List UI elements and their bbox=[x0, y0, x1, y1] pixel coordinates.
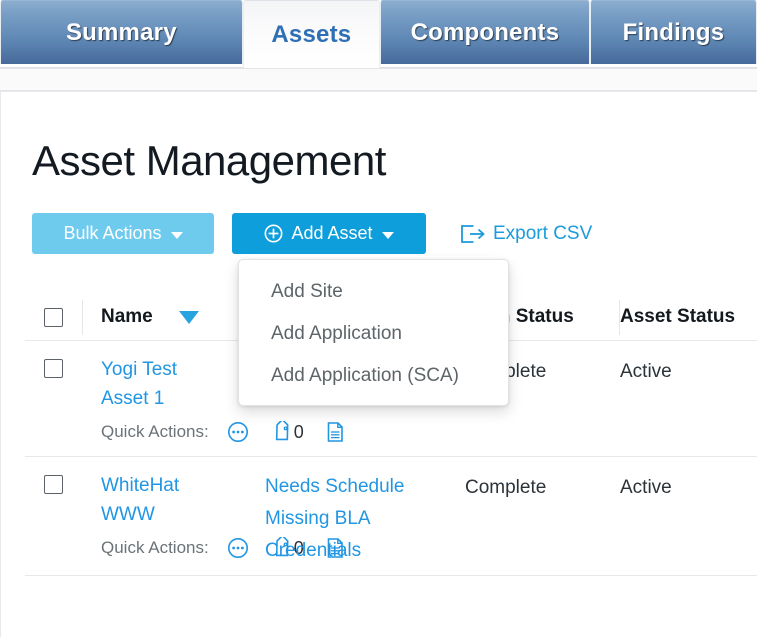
scan-status-cell: Complete bbox=[465, 471, 620, 567]
asset-name-cell: Yogi Test Asset 1 Quick Actions: 0 bbox=[83, 355, 343, 448]
row-checkbox[interactable] bbox=[44, 359, 63, 378]
row-select-cell bbox=[25, 355, 83, 448]
gap-top-border bbox=[0, 68, 757, 69]
asset-status-value: Active bbox=[620, 361, 672, 382]
name-column-header[interactable]: Name bbox=[83, 294, 243, 341]
asset-status-column-header[interactable]: Asset Status bbox=[620, 294, 757, 341]
row-select-cell bbox=[25, 471, 83, 567]
add-asset-button[interactable]: Add Asset bbox=[232, 213, 426, 254]
asset-alerts-cell: Needs Schedule Missing BLA Credentials bbox=[243, 471, 465, 567]
main-tab-bar: Summary Assets Components Findings bbox=[0, 0, 757, 68]
asset-status-value: Active bbox=[620, 477, 672, 498]
tab-findings[interactable]: Findings bbox=[589, 0, 757, 64]
asset-status-header-label: Asset Status bbox=[620, 306, 736, 327]
tab-assets[interactable]: Assets bbox=[242, 0, 380, 68]
chevron-down-icon bbox=[381, 232, 394, 239]
page-title: Asset Management bbox=[32, 137, 386, 184]
asset-name-link-continued[interactable]: WWW bbox=[101, 500, 155, 529]
tab-summary-label: Summary bbox=[65, 18, 177, 46]
menu-item-add-application-label: Add Application bbox=[271, 323, 402, 344]
asset-name-link-continued[interactable]: Asset 1 bbox=[101, 384, 164, 413]
tab-components-label: Components bbox=[410, 18, 560, 46]
add-asset-dropdown-menu: Add Site Add Application Add Application… bbox=[238, 259, 509, 406]
tab-findings-label: Findings bbox=[622, 18, 725, 46]
export-arrow-icon bbox=[461, 224, 485, 243]
tab-components[interactable]: Components bbox=[380, 0, 590, 64]
asset-alert-link[interactable]: Credentials bbox=[265, 535, 361, 567]
export-csv-button[interactable]: Export CSV bbox=[460, 223, 592, 245]
chevron-down-icon bbox=[170, 232, 183, 239]
sort-descending-triangle-icon[interactable] bbox=[178, 310, 199, 324]
asset-alert-link[interactable]: Needs Schedule bbox=[265, 471, 404, 503]
menu-item-add-application[interactable]: Add Application bbox=[239, 313, 508, 355]
quick-actions-label: Quick Actions: bbox=[101, 422, 209, 441]
bulk-actions-button[interactable]: Bulk Actions bbox=[32, 213, 214, 254]
menu-item-add-application-sca-label: Add Application (SCA) bbox=[271, 365, 459, 386]
asset-name-link[interactable]: Yogi Test bbox=[101, 355, 177, 384]
asset-status-cell: Active bbox=[620, 355, 757, 448]
row-checkbox[interactable] bbox=[44, 475, 63, 494]
asset-status-cell: Active bbox=[620, 471, 757, 567]
plus-circle-icon bbox=[264, 224, 283, 243]
tab-assets-label: Assets bbox=[271, 20, 352, 48]
tab-content-gap bbox=[0, 68, 757, 90]
table-row: WhiteHat WWW Quick Actions: 0 Needs Sche… bbox=[25, 457, 757, 576]
select-all-checkbox[interactable] bbox=[44, 307, 63, 327]
menu-item-add-site[interactable]: Add Site bbox=[239, 271, 508, 313]
menu-item-add-site-label: Add Site bbox=[271, 281, 343, 302]
tab-summary[interactable]: Summary bbox=[0, 0, 243, 64]
scan-status-value: Complete bbox=[465, 477, 547, 498]
asset-toolbar: Bulk Actions Add Asset Export CSV bbox=[32, 213, 592, 254]
select-all-header bbox=[25, 294, 83, 341]
quick-actions-label: Quick Actions: bbox=[101, 538, 209, 557]
bulk-actions-label: Bulk Actions bbox=[63, 223, 162, 243]
add-asset-label: Add Asset bbox=[291, 223, 373, 243]
asset-name-cell: WhiteHat WWW Quick Actions: 0 bbox=[83, 471, 343, 567]
menu-item-add-application-sca[interactable]: Add Application (SCA) bbox=[239, 355, 508, 397]
export-csv-label: Export CSV bbox=[493, 222, 593, 244]
asset-alert-link[interactable]: Missing BLA bbox=[265, 503, 371, 535]
name-header-label: Name bbox=[101, 306, 153, 327]
asset-name-link[interactable]: WhiteHat bbox=[101, 471, 179, 500]
